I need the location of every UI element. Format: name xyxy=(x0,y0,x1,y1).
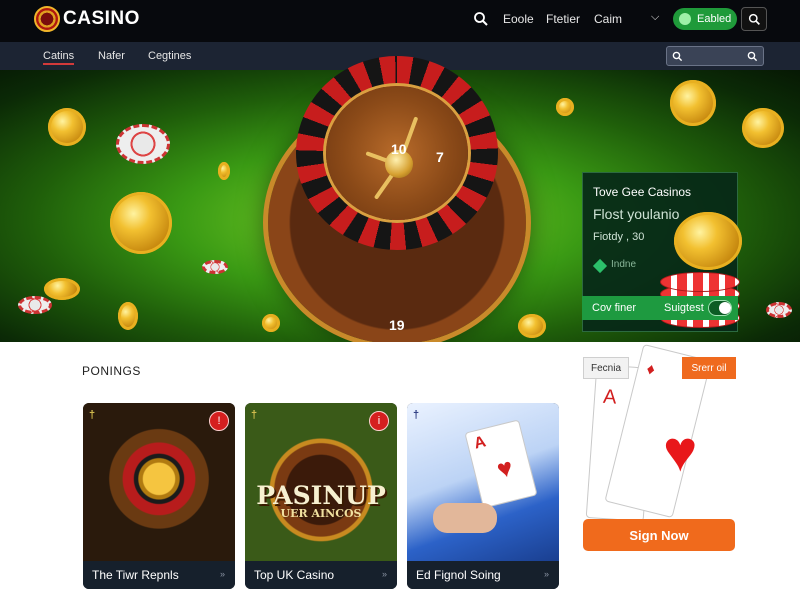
brand-logo[interactable]: CASINO xyxy=(34,6,140,32)
diamond-suit-icon: ♦ xyxy=(644,360,657,380)
alert-badge-icon: ! xyxy=(209,411,229,431)
hand-image xyxy=(433,503,497,533)
top-link-3[interactable]: Caim xyxy=(594,12,622,26)
top-link-1[interactable]: Eoole xyxy=(503,12,534,26)
promo-title: Tove Gee Casinos xyxy=(593,185,692,199)
tag-right-button[interactable]: Srerr oil xyxy=(682,357,736,379)
promo-action-bar[interactable]: Cov finer Suigtest xyxy=(582,296,738,320)
game-card[interactable]: † i PASINUP UER AINCOS Top UK Casino » xyxy=(245,403,397,589)
gold-coin-icon xyxy=(44,278,80,300)
enabled-toggle-button[interactable]: Eabled xyxy=(673,8,737,30)
chevron-right-icon[interactable]: » xyxy=(544,569,549,579)
card-corner-icon: † xyxy=(251,409,258,421)
tab-nafer[interactable]: Nafer xyxy=(98,50,125,62)
search-icon[interactable] xyxy=(473,11,489,27)
chevron-right-icon[interactable]: » xyxy=(220,569,225,579)
promo-toggle[interactable] xyxy=(708,300,732,316)
heart-suit-icon: ♥ xyxy=(663,419,698,484)
card-footer: Ed Fignol Soing » xyxy=(407,561,559,589)
card-rank-a-icon: A xyxy=(602,385,618,409)
top-bar: CASINO Eoole Ftetier Caim ⌵ Eabled xyxy=(0,0,800,42)
gold-coin-icon xyxy=(674,212,742,270)
card-corner-icon: † xyxy=(89,409,96,421)
card-footer: Top UK Casino » xyxy=(245,561,397,589)
wheel-number: 19 xyxy=(389,317,405,333)
gold-coin-icon xyxy=(262,314,280,332)
poker-chip-icon xyxy=(766,302,792,318)
poker-chip-icon xyxy=(202,260,228,274)
card-title: Ed Fignol Soing xyxy=(416,568,501,582)
toggle-knob xyxy=(719,302,731,314)
info-badge-icon: i xyxy=(369,411,389,431)
sign-now-button[interactable]: Sign Now xyxy=(583,519,735,551)
gold-coin-icon xyxy=(670,80,716,126)
search-icon xyxy=(748,13,760,25)
section-heading: PONINGS xyxy=(82,364,141,378)
poker-chip-icon xyxy=(116,124,170,164)
promo-price: Fiotdy , 30 xyxy=(593,231,645,243)
promo-subtitle: Flost youlanio xyxy=(593,206,680,222)
gold-coin-icon xyxy=(48,108,86,146)
diamond-icon xyxy=(592,258,608,274)
gold-coin-icon xyxy=(110,192,172,254)
gold-coin-icon xyxy=(118,302,138,330)
poker-chip-icon xyxy=(18,296,52,314)
nav-search-field[interactable] xyxy=(666,46,764,66)
promo-bar-link[interactable]: Cov finer xyxy=(592,302,636,314)
nav-search-input[interactable] xyxy=(687,49,739,63)
search-button[interactable] xyxy=(741,7,767,31)
casino-logo-text: PASINUP xyxy=(256,481,386,510)
top-link-2[interactable]: Ftetier xyxy=(546,12,580,26)
chevron-right-icon[interactable]: » xyxy=(382,569,387,579)
card-corner-icon: † xyxy=(413,409,420,421)
game-card[interactable]: † ! The Tiwr Repnls » xyxy=(83,403,235,589)
chevron-down-icon[interactable]: ⌵ xyxy=(651,11,659,24)
card-rank-a-icon: A xyxy=(472,433,488,453)
tag-left[interactable]: Fecnia xyxy=(583,357,629,379)
gold-coin-icon xyxy=(742,108,784,148)
gold-coin-icon xyxy=(218,162,230,180)
gold-coin-icon xyxy=(518,314,546,338)
card-title: The Tiwr Repnls xyxy=(92,568,179,582)
wheel-number: 7 xyxy=(436,149,444,165)
card-footer: The Tiwr Repnls » xyxy=(83,561,235,589)
card-title: Top UK Casino xyxy=(254,568,335,582)
tab-catins[interactable]: Catins xyxy=(43,50,75,65)
promo-bar-label: Suigtest xyxy=(664,302,704,314)
check-icon xyxy=(679,13,691,25)
tab-cegtines[interactable]: Cegtines xyxy=(148,50,191,62)
search-icon[interactable] xyxy=(747,51,758,62)
wheel-number: 10 xyxy=(391,141,407,157)
brand-name: CASINO xyxy=(63,8,140,29)
heart-icon: ♥ xyxy=(493,451,516,485)
promo-flag-label: Indne xyxy=(611,259,637,270)
gold-coin-icon xyxy=(556,98,574,116)
roulette-logo-icon xyxy=(34,6,60,32)
enabled-label: Eabled xyxy=(697,13,732,25)
casino-logo-subtext: UER AINCOS xyxy=(280,507,362,520)
game-card[interactable]: † A ♥ Ed Fignol Soing » xyxy=(407,403,559,589)
search-icon xyxy=(672,51,683,62)
